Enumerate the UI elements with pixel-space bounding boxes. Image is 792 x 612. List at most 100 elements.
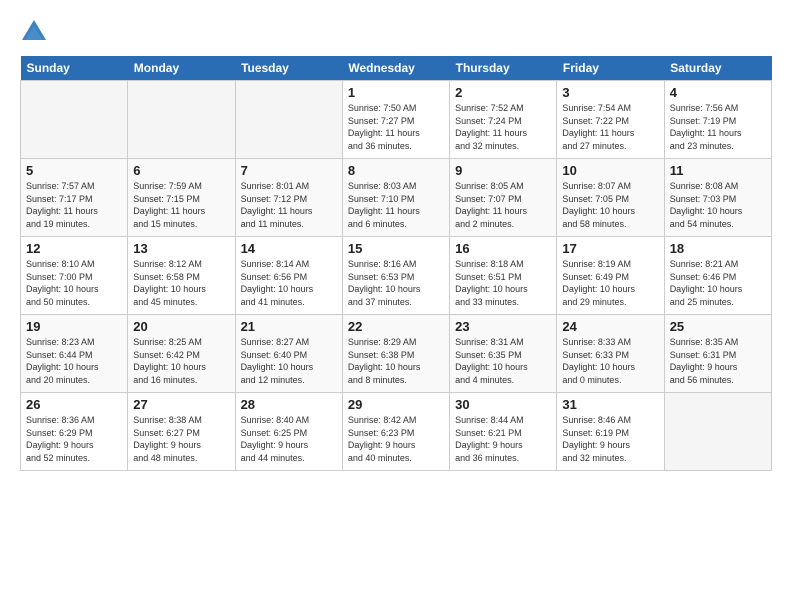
day-info: Sunrise: 8:08 AM Sunset: 7:03 PM Dayligh…	[670, 180, 766, 230]
calendar-cell: 4 Sunrise: 7:56 AM Sunset: 7:19 PM Daylig…	[664, 81, 771, 159]
calendar-cell: 17 Sunrise: 8:19 AM Sunset: 6:49 PM Dayli…	[557, 237, 664, 315]
day-info: Sunrise: 8:18 AM Sunset: 6:51 PM Dayligh…	[455, 258, 551, 308]
calendar-cell: 18 Sunrise: 8:21 AM Sunset: 6:46 PM Dayli…	[664, 237, 771, 315]
calendar-cell: 3Sunrise: 7:54 AM Sunset: 7:22 PM Daylig…	[557, 81, 664, 159]
calendar-page: SundayMondayTuesdayWednesdayThursdayFrid…	[0, 0, 792, 612]
calendar-cell: 13Sunrise: 8:12 AM Sunset: 6:58 PM Dayli…	[128, 237, 235, 315]
day-info: Sunrise: 8:19 AM Sunset: 6:49 PM Dayligh…	[562, 258, 658, 308]
calendar-table: SundayMondayTuesdayWednesdayThursdayFrid…	[20, 56, 772, 471]
calendar-cell: 20Sunrise: 8:25 AM Sunset: 6:42 PM Dayli…	[128, 315, 235, 393]
calendar-cell: 21 Sunrise: 8:27 AM Sunset: 6:40 PM Dayli…	[235, 315, 342, 393]
calendar-cell: 15 Sunrise: 8:16 AM Sunset: 6:53 PM Dayli…	[342, 237, 449, 315]
day-info: Sunrise: 8:44 AM Sunset: 6:21 PM Dayligh…	[455, 414, 551, 464]
weekday-header-friday: Friday	[557, 56, 664, 81]
day-number: 13	[133, 241, 229, 256]
day-number: 4	[670, 85, 766, 100]
day-number: 10	[562, 163, 658, 178]
day-info: Sunrise: 7:57 AM Sunset: 7:17 PM Dayligh…	[26, 180, 122, 230]
calendar-cell: 11 Sunrise: 8:08 AM Sunset: 7:03 PM Dayli…	[664, 159, 771, 237]
calendar-cell: 31 Sunrise: 8:46 AM Sunset: 6:19 PM Dayli…	[557, 393, 664, 471]
day-number: 19	[26, 319, 122, 334]
day-number: 11	[670, 163, 766, 178]
calendar-cell	[664, 393, 771, 471]
day-info: Sunrise: 8:38 AM Sunset: 6:27 PM Dayligh…	[133, 414, 229, 464]
day-info: Sunrise: 8:40 AM Sunset: 6:25 PM Dayligh…	[241, 414, 337, 464]
day-number: 31	[562, 397, 658, 412]
week-row-5: 26 Sunrise: 8:36 AM Sunset: 6:29 PM Dayli…	[21, 393, 772, 471]
day-info: Sunrise: 8:16 AM Sunset: 6:53 PM Dayligh…	[348, 258, 444, 308]
calendar-cell: 9Sunrise: 8:05 AM Sunset: 7:07 PM Daylig…	[450, 159, 557, 237]
day-number: 24	[562, 319, 658, 334]
calendar-cell: 5 Sunrise: 7:57 AM Sunset: 7:17 PM Daylig…	[21, 159, 128, 237]
day-info: Sunrise: 8:10 AM Sunset: 7:00 PM Dayligh…	[26, 258, 122, 308]
day-number: 28	[241, 397, 337, 412]
calendar-cell: 2 Sunrise: 7:52 AM Sunset: 7:24 PM Daylig…	[450, 81, 557, 159]
weekday-header-saturday: Saturday	[664, 56, 771, 81]
calendar-cell: 23Sunrise: 8:31 AM Sunset: 6:35 PM Dayli…	[450, 315, 557, 393]
day-info: Sunrise: 8:27 AM Sunset: 6:40 PM Dayligh…	[241, 336, 337, 386]
calendar-cell: 14 Sunrise: 8:14 AM Sunset: 6:56 PM Dayli…	[235, 237, 342, 315]
day-info: Sunrise: 8:42 AM Sunset: 6:23 PM Dayligh…	[348, 414, 444, 464]
day-number: 2	[455, 85, 551, 100]
day-info: Sunrise: 8:29 AM Sunset: 6:38 PM Dayligh…	[348, 336, 444, 386]
day-info: Sunrise: 8:46 AM Sunset: 6:19 PM Dayligh…	[562, 414, 658, 464]
day-info: Sunrise: 8:23 AM Sunset: 6:44 PM Dayligh…	[26, 336, 122, 386]
weekday-header-sunday: Sunday	[21, 56, 128, 81]
week-row-4: 19 Sunrise: 8:23 AM Sunset: 6:44 PM Dayli…	[21, 315, 772, 393]
calendar-cell	[235, 81, 342, 159]
day-number: 17	[562, 241, 658, 256]
day-number: 18	[670, 241, 766, 256]
calendar-cell: 28 Sunrise: 8:40 AM Sunset: 6:25 PM Dayli…	[235, 393, 342, 471]
day-number: 6	[133, 163, 229, 178]
day-info: Sunrise: 8:03 AM Sunset: 7:10 PM Dayligh…	[348, 180, 444, 230]
day-number: 16	[455, 241, 551, 256]
calendar-cell	[128, 81, 235, 159]
day-info: Sunrise: 8:25 AM Sunset: 6:42 PM Dayligh…	[133, 336, 229, 386]
calendar-cell: 26 Sunrise: 8:36 AM Sunset: 6:29 PM Dayli…	[21, 393, 128, 471]
weekday-header-tuesday: Tuesday	[235, 56, 342, 81]
calendar-cell: 16 Sunrise: 8:18 AM Sunset: 6:51 PM Dayli…	[450, 237, 557, 315]
day-info: Sunrise: 7:59 AM Sunset: 7:15 PM Dayligh…	[133, 180, 229, 230]
calendar-cell: 12 Sunrise: 8:10 AM Sunset: 7:00 PM Dayli…	[21, 237, 128, 315]
day-info: Sunrise: 8:35 AM Sunset: 6:31 PM Dayligh…	[670, 336, 766, 386]
day-number: 21	[241, 319, 337, 334]
logo	[20, 18, 52, 46]
week-row-1: 1 Sunrise: 7:50 AM Sunset: 7:27 PM Daylig…	[21, 81, 772, 159]
calendar-cell: 7 Sunrise: 8:01 AM Sunset: 7:12 PM Daylig…	[235, 159, 342, 237]
day-info: Sunrise: 7:56 AM Sunset: 7:19 PM Dayligh…	[670, 102, 766, 152]
day-number: 25	[670, 319, 766, 334]
day-info: Sunrise: 8:05 AM Sunset: 7:07 PM Dayligh…	[455, 180, 551, 230]
calendar-cell: 6 Sunrise: 7:59 AM Sunset: 7:15 PM Daylig…	[128, 159, 235, 237]
day-number: 12	[26, 241, 122, 256]
calendar-cell: 1 Sunrise: 7:50 AM Sunset: 7:27 PM Daylig…	[342, 81, 449, 159]
day-number: 5	[26, 163, 122, 178]
day-number: 29	[348, 397, 444, 412]
day-number: 30	[455, 397, 551, 412]
day-number: 1	[348, 85, 444, 100]
day-info: Sunrise: 8:21 AM Sunset: 6:46 PM Dayligh…	[670, 258, 766, 308]
day-info: Sunrise: 7:52 AM Sunset: 7:24 PM Dayligh…	[455, 102, 551, 152]
calendar-cell: 24 Sunrise: 8:33 AM Sunset: 6:33 PM Dayli…	[557, 315, 664, 393]
day-number: 23	[455, 319, 551, 334]
day-number: 15	[348, 241, 444, 256]
calendar-cell: 30 Sunrise: 8:44 AM Sunset: 6:21 PM Dayli…	[450, 393, 557, 471]
calendar-cell: 29 Sunrise: 8:42 AM Sunset: 6:23 PM Dayli…	[342, 393, 449, 471]
calendar-cell	[21, 81, 128, 159]
day-info: Sunrise: 8:01 AM Sunset: 7:12 PM Dayligh…	[241, 180, 337, 230]
day-info: Sunrise: 8:14 AM Sunset: 6:56 PM Dayligh…	[241, 258, 337, 308]
calendar-cell: 8Sunrise: 8:03 AM Sunset: 7:10 PM Daylig…	[342, 159, 449, 237]
day-number: 14	[241, 241, 337, 256]
day-info: Sunrise: 8:36 AM Sunset: 6:29 PM Dayligh…	[26, 414, 122, 464]
day-info: Sunrise: 7:50 AM Sunset: 7:27 PM Dayligh…	[348, 102, 444, 152]
logo-icon	[20, 18, 48, 46]
day-number: 7	[241, 163, 337, 178]
calendar-cell: 25 Sunrise: 8:35 AM Sunset: 6:31 PM Dayli…	[664, 315, 771, 393]
weekday-header-thursday: Thursday	[450, 56, 557, 81]
calendar-cell: 22Sunrise: 8:29 AM Sunset: 6:38 PM Dayli…	[342, 315, 449, 393]
calendar-body: 1 Sunrise: 7:50 AM Sunset: 7:27 PM Daylig…	[21, 81, 772, 471]
day-number: 26	[26, 397, 122, 412]
weekday-header-monday: Monday	[128, 56, 235, 81]
week-row-2: 5 Sunrise: 7:57 AM Sunset: 7:17 PM Daylig…	[21, 159, 772, 237]
day-info: Sunrise: 8:33 AM Sunset: 6:33 PM Dayligh…	[562, 336, 658, 386]
week-row-3: 12 Sunrise: 8:10 AM Sunset: 7:00 PM Dayli…	[21, 237, 772, 315]
